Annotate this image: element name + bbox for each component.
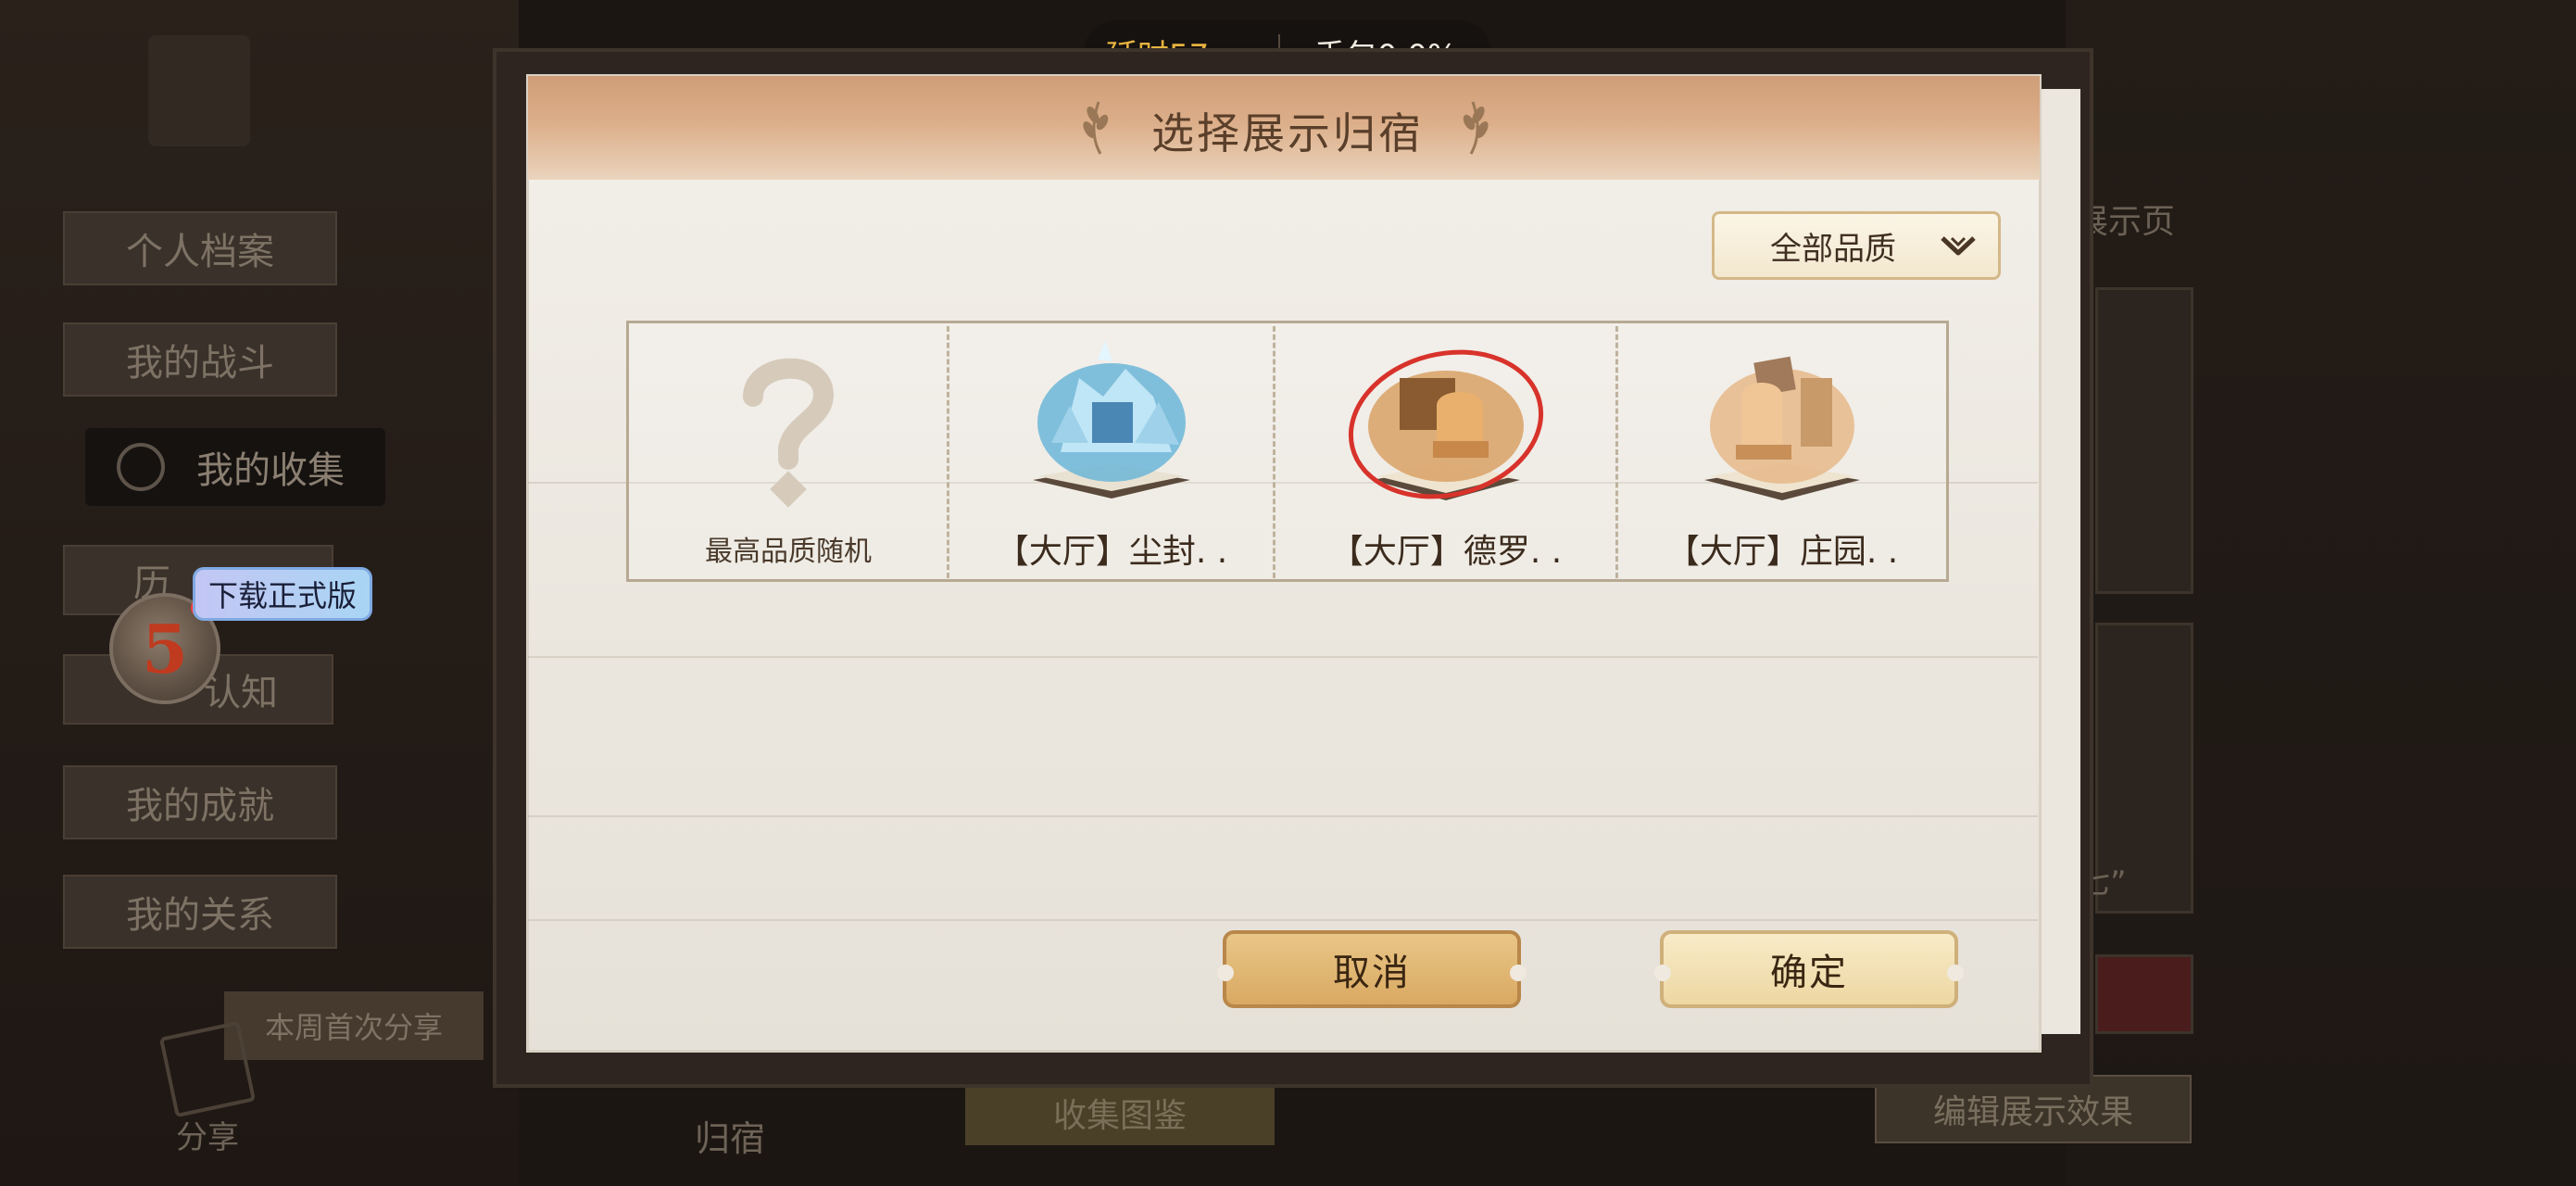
paper-line [528, 656, 2038, 658]
sidebar-item-label: 我的战斗 [126, 342, 274, 385]
share-label[interactable]: 分享 [176, 1112, 239, 1157]
residence-item-frozen-hall[interactable]: 【大厅】尘封. . [950, 324, 1273, 580]
residence-item-label: 【大厅】德罗. . [1329, 533, 1563, 571]
share-icon[interactable] [158, 1020, 257, 1118]
sidebar-item-relations[interactable]: 我的关系 [63, 875, 337, 949]
sidebar-item-battles[interactable]: 我的战斗 [63, 322, 337, 397]
grid-divider [947, 326, 949, 578]
question-mark-icon [743, 358, 835, 508]
residence-item-armchair-hall[interactable]: 【大厅】德罗. . [1276, 324, 1615, 580]
shield-icon [117, 443, 165, 491]
button-notch [1654, 965, 1671, 981]
residence-item-random[interactable]: 最高品质随机 [630, 324, 947, 580]
button-notch [1947, 965, 1964, 981]
sidebar-item-label: 我的收集 [196, 449, 345, 492]
paper-line [528, 815, 2038, 817]
residence-item-label: 【大厅】庄园. . [1665, 533, 1899, 571]
sidebar-item-collection[interactable]: 我的收集 [85, 428, 385, 506]
showcase-card[interactable] [2095, 287, 2193, 594]
confirm-button[interactable]: 确定 [1654, 930, 1964, 1008]
sidebar-item-label: 我的成就 [126, 785, 274, 827]
coin-number: 5 [141, 609, 189, 688]
manor-hall-icon [1704, 356, 1860, 500]
chevron-down-icon [1941, 236, 1976, 256]
wheat-ornament-icon [1463, 101, 1489, 155]
sidebar-item-label: 个人档案 [126, 231, 274, 273]
residence-item-manor-hall[interactable]: 【大厅】庄园. . [1619, 324, 1945, 580]
frozen-hall-icon [1033, 341, 1190, 498]
button-notch [1510, 965, 1527, 981]
cancel-button-label: 取消 [1333, 952, 1411, 994]
armchair-hall-icon [1348, 349, 1544, 500]
tab-residence[interactable]: 归宿 [695, 1110, 765, 1161]
back-icon[interactable] [148, 35, 250, 146]
residence-item-label: 最高品质随机 [705, 536, 872, 568]
grid-divider [1615, 326, 1618, 578]
grid-divider [1273, 326, 1275, 578]
cancel-button[interactable]: 取消 [1217, 930, 1527, 1008]
showcase-card[interactable] [2095, 954, 2193, 1034]
quality-filter-dropdown[interactable]: 全部品质 [1712, 211, 2001, 280]
residence-item-label: 【大厅】尘封. . [995, 533, 1228, 571]
paper-line [528, 919, 2038, 921]
sidebar-item-profile[interactable]: 个人档案 [63, 211, 337, 285]
collection-guide-button[interactable]: 收集图鉴 [965, 1080, 1275, 1145]
sidebar-item-label: 我的关系 [126, 894, 274, 937]
sidebar-item-achievements[interactable]: 我的成就 [63, 765, 337, 839]
download-full-version-button[interactable]: 下载正式版 [193, 567, 372, 621]
button-notch [1217, 965, 1234, 981]
weekly-share-tag: 本周首次分享 [224, 991, 484, 1060]
confirm-button-label: 确定 [1770, 952, 1848, 994]
